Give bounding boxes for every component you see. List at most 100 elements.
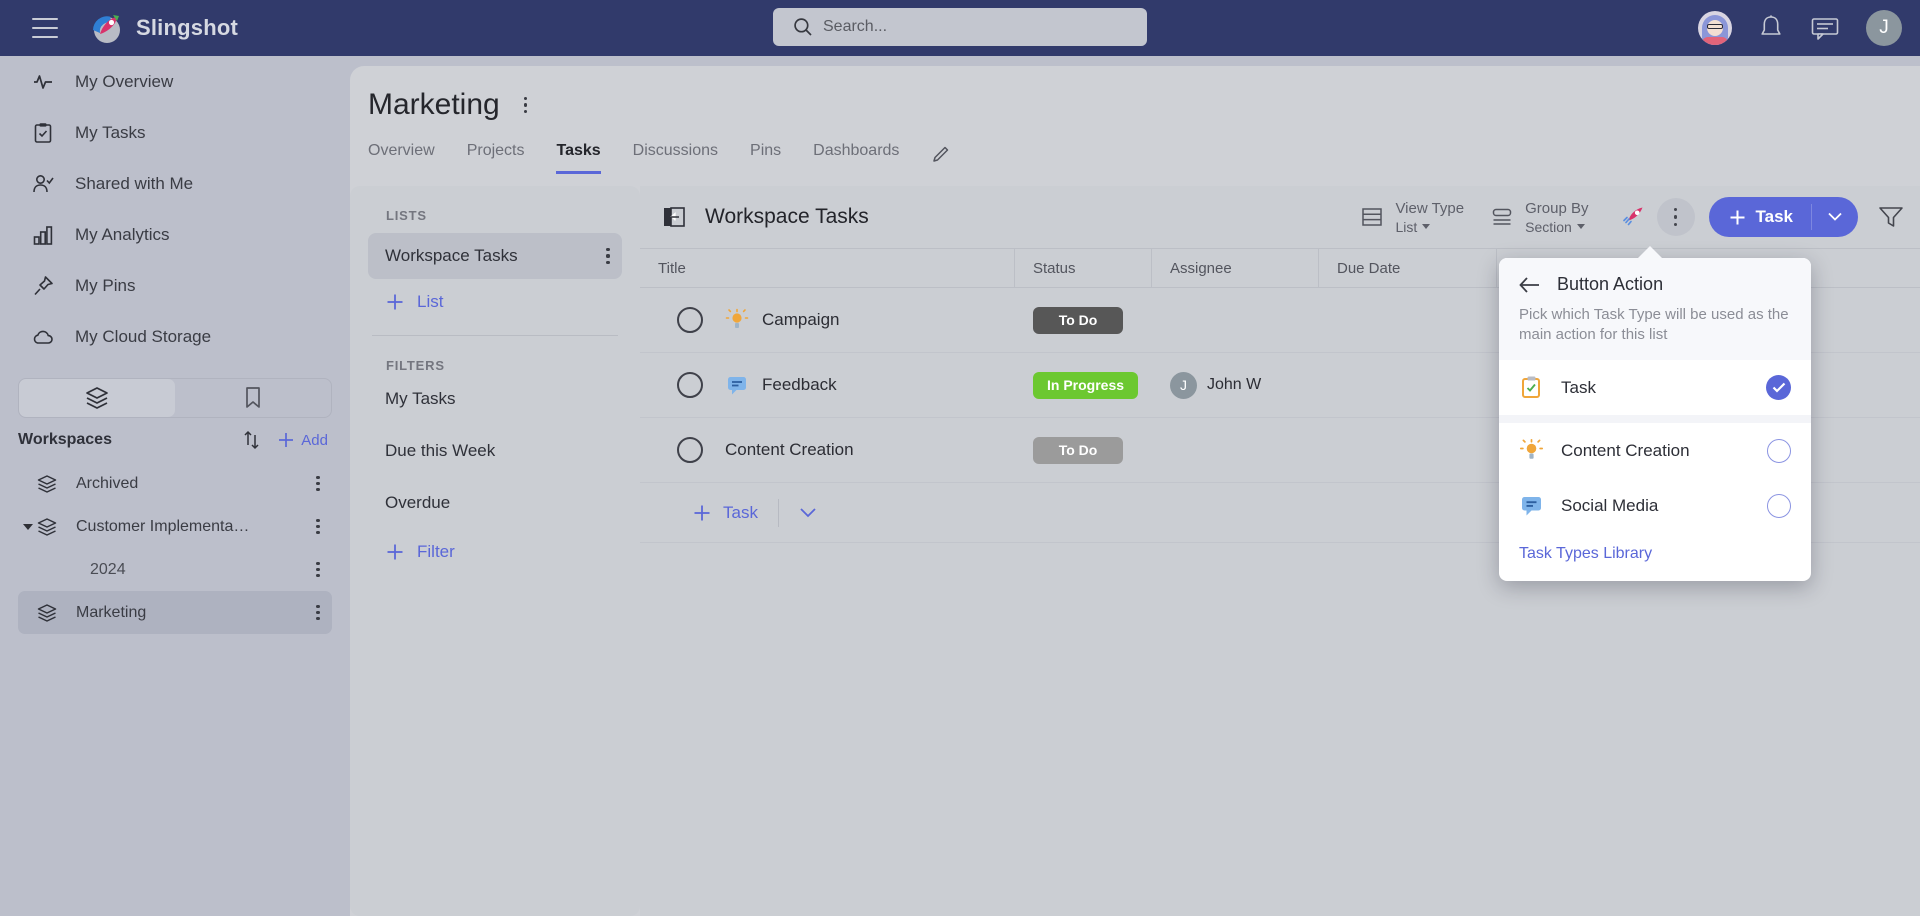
chevron-down-icon[interactable] bbox=[23, 523, 33, 530]
add-task-primary-button[interactable]: Task bbox=[1708, 197, 1858, 237]
bell-icon[interactable] bbox=[1758, 14, 1784, 42]
rocket-icon[interactable] bbox=[1615, 198, 1653, 236]
workspace-label: Archived bbox=[76, 474, 139, 492]
workspace-item-2024[interactable]: 2024 bbox=[18, 548, 332, 591]
sidebar-item-shared-with-me[interactable]: Shared with Me bbox=[0, 158, 350, 209]
cell-status[interactable]: To Do bbox=[1015, 418, 1152, 482]
speech-bubble-icon bbox=[728, 377, 746, 395]
cell-assignee[interactable] bbox=[1152, 288, 1319, 352]
popover-subtitle: Pick which Task Type will be used as the… bbox=[1519, 306, 1789, 343]
page-menu-icon[interactable] bbox=[516, 97, 536, 113]
workspace-menu-icon[interactable] bbox=[308, 475, 328, 492]
chevron-down-icon[interactable] bbox=[799, 507, 817, 518]
task-types-library-link[interactable]: Task Types Library bbox=[1499, 533, 1811, 581]
column-header-status[interactable]: Status bbox=[1015, 249, 1152, 287]
cloud-icon bbox=[33, 330, 53, 344]
plus-icon bbox=[387, 544, 403, 560]
hamburger-icon[interactable] bbox=[32, 18, 58, 38]
sidebar-item-my-overview[interactable]: My Overview bbox=[0, 56, 350, 107]
layers-icon bbox=[37, 603, 57, 622]
add-list-button[interactable]: List bbox=[350, 279, 640, 325]
add-task-inline-button[interactable]: Task bbox=[692, 503, 758, 523]
tab-overview[interactable]: Overview bbox=[368, 142, 435, 174]
add-list-label: List bbox=[417, 292, 444, 311]
tab-pins[interactable]: Pins bbox=[750, 142, 781, 174]
add-task-inline-label: Task bbox=[723, 502, 758, 522]
assignee-avatar: J bbox=[1170, 371, 1197, 399]
task-complete-toggle[interactable] bbox=[677, 437, 703, 463]
cell-assignee[interactable] bbox=[1152, 418, 1319, 482]
chat-icon[interactable] bbox=[1810, 15, 1840, 41]
workspace-menu-icon[interactable] bbox=[308, 561, 328, 578]
workspace-item-customer-implementation[interactable]: Customer Implementa… bbox=[18, 505, 332, 548]
filter-item-overdue[interactable]: Overdue bbox=[350, 477, 640, 529]
lists-filters-panel: LISTS Workspace Tasks List FILTERS My Ta… bbox=[350, 186, 640, 916]
cell-due-date[interactable] bbox=[1319, 353, 1497, 417]
user-avatar-initial[interactable]: J bbox=[1866, 10, 1902, 46]
pencil-icon[interactable] bbox=[931, 144, 951, 164]
popover-title: Button Action bbox=[1557, 274, 1664, 294]
tab-tasks[interactable]: Tasks bbox=[556, 142, 601, 174]
popover-option-content-creation[interactable]: Content Creation bbox=[1499, 423, 1811, 478]
sidebar-item-my-pins[interactable]: My Pins bbox=[0, 260, 350, 311]
list-item-workspace-tasks[interactable]: Workspace Tasks bbox=[368, 233, 622, 279]
group-by-label: Group By bbox=[1525, 199, 1589, 217]
task-panel-more-button[interactable] bbox=[1656, 198, 1695, 236]
column-header-due-date[interactable]: Due Date bbox=[1319, 249, 1497, 287]
popover-option-task[interactable]: Task bbox=[1499, 360, 1811, 415]
radio-unselected-icon[interactable] bbox=[1767, 438, 1791, 463]
add-task-dropdown-toggle[interactable] bbox=[1812, 208, 1858, 226]
toggle-bookmarks[interactable] bbox=[175, 379, 331, 417]
column-header-assignee[interactable]: Assignee bbox=[1152, 249, 1319, 287]
add-task-main[interactable]: Task bbox=[1709, 204, 1812, 230]
tab-discussions[interactable]: Discussions bbox=[633, 142, 718, 174]
avatar[interactable] bbox=[1698, 11, 1732, 45]
view-type-selector[interactable]: View Type List bbox=[1360, 200, 1464, 235]
cell-status[interactable]: To Do bbox=[1015, 288, 1152, 352]
sort-arrows-icon[interactable] bbox=[241, 429, 263, 451]
popover-option-social-media[interactable]: Social Media bbox=[1499, 478, 1811, 533]
workspace-item-marketing[interactable]: Marketing bbox=[18, 591, 332, 634]
popover-arrow bbox=[1637, 246, 1663, 259]
add-workspace-button[interactable]: Add bbox=[277, 431, 328, 449]
filter-item-my-tasks[interactable]: My Tasks bbox=[350, 373, 640, 425]
group-by-selector[interactable]: Group By Section bbox=[1490, 199, 1589, 235]
task-complete-toggle[interactable] bbox=[677, 307, 703, 333]
radio-unselected-icon[interactable] bbox=[1767, 493, 1791, 518]
search-input[interactable] bbox=[773, 8, 1147, 46]
status-badge: To Do bbox=[1033, 436, 1123, 464]
task-complete-toggle[interactable] bbox=[677, 372, 703, 398]
assignee-name: John W bbox=[1207, 376, 1262, 393]
sidebar-item-my-cloud-storage[interactable]: My Cloud Storage bbox=[0, 311, 350, 362]
tab-dashboards[interactable]: Dashboards bbox=[813, 142, 899, 174]
cell-due-date[interactable] bbox=[1319, 288, 1497, 352]
column-header-title[interactable]: Title bbox=[640, 249, 1015, 287]
workspace-menu-icon[interactable] bbox=[308, 604, 328, 621]
button-action-popover: Button Action Pick which Task Type will … bbox=[1499, 258, 1811, 581]
cell-title: Content Creation bbox=[640, 418, 1015, 482]
workspace-menu-icon[interactable] bbox=[308, 518, 328, 535]
popover-divider bbox=[1499, 415, 1811, 423]
chevron-down-icon bbox=[1828, 212, 1842, 221]
arrow-left-icon[interactable] bbox=[1519, 276, 1541, 294]
workspace-item-archived[interactable]: Archived bbox=[18, 462, 332, 505]
layers-icon bbox=[86, 387, 108, 409]
list-menu-icon[interactable] bbox=[598, 248, 618, 264]
filter-item-due-this-week[interactable]: Due this Week bbox=[350, 425, 640, 477]
cell-assignee[interactable]: J John W bbox=[1152, 353, 1319, 417]
status-badge: In Progress bbox=[1033, 371, 1139, 399]
sidebar-item-my-tasks[interactable]: My Tasks bbox=[0, 107, 350, 158]
workspace-label: Marketing bbox=[76, 603, 147, 621]
radio-selected-icon[interactable] bbox=[1766, 375, 1791, 400]
add-filter-button[interactable]: Filter bbox=[350, 529, 640, 575]
cell-status[interactable]: In Progress bbox=[1015, 353, 1152, 417]
view-type-label: View Type bbox=[1395, 199, 1465, 217]
sidebar-item-label: My Tasks bbox=[75, 122, 146, 142]
tab-projects[interactable]: Projects bbox=[467, 142, 525, 174]
lists-section-label: LISTS bbox=[386, 208, 427, 223]
collapse-panel-icon[interactable] bbox=[662, 204, 688, 230]
cell-due-date[interactable] bbox=[1319, 418, 1497, 482]
toggle-workspaces[interactable] bbox=[19, 379, 175, 417]
sidebar-item-my-analytics[interactable]: My Analytics bbox=[0, 209, 350, 260]
funnel-icon[interactable] bbox=[1878, 205, 1904, 229]
